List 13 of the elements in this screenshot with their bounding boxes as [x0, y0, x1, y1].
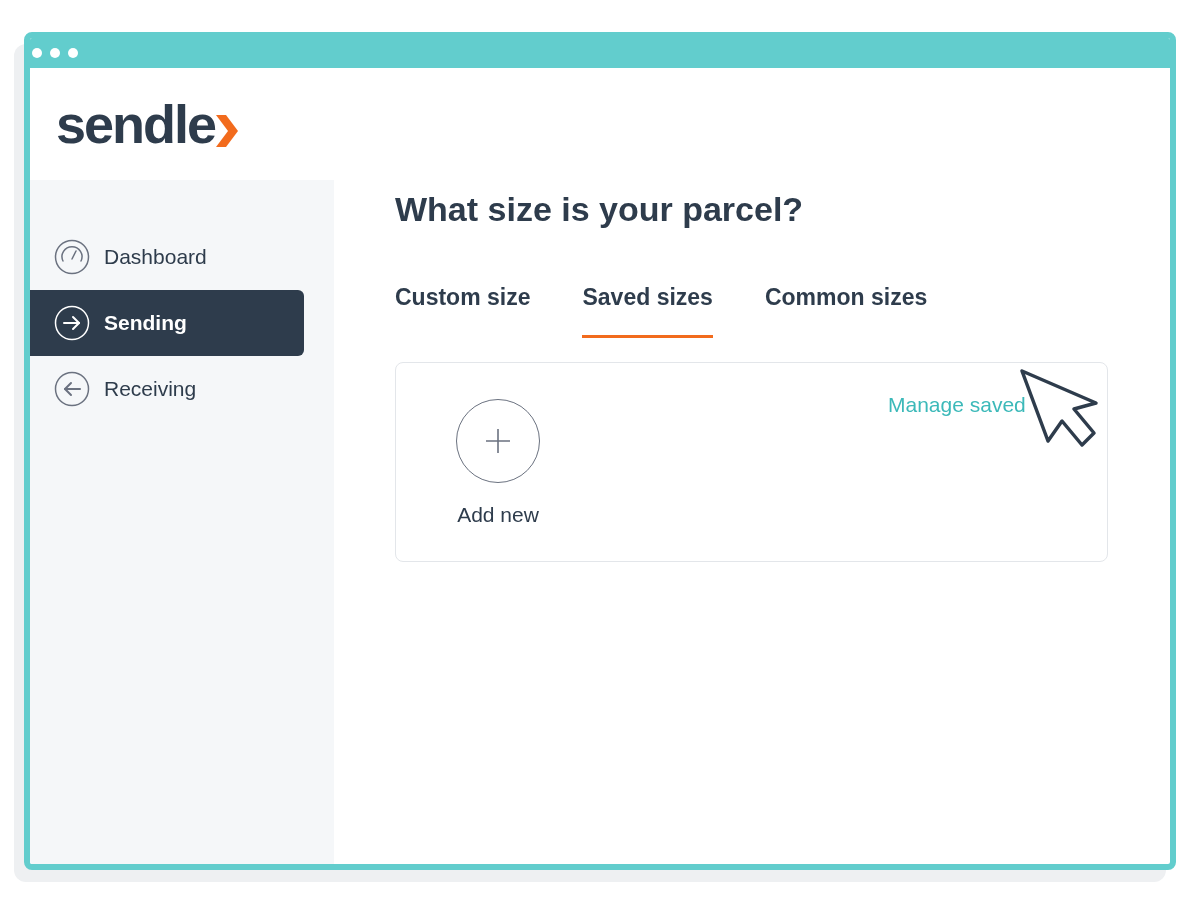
sidebar-item[interactable]: Dashboard — [30, 224, 304, 290]
tab[interactable]: Common sizes — [764, 286, 928, 338]
logo: sendle — [56, 97, 239, 151]
add-label: Add new — [457, 502, 539, 528]
arrow-right-icon — [54, 305, 90, 341]
gauge-icon — [54, 239, 90, 275]
sidebar-item[interactable]: Sending — [30, 290, 304, 356]
arrow-left-icon — [54, 371, 90, 407]
page-heading: What size is your parcel? — [395, 192, 805, 226]
tab[interactable]: Saved sizes — [582, 286, 713, 338]
sidebar-item[interactable]: Receiving — [30, 356, 304, 422]
plus-icon — [485, 428, 511, 454]
tab[interactable]: Custom size — [395, 286, 531, 338]
